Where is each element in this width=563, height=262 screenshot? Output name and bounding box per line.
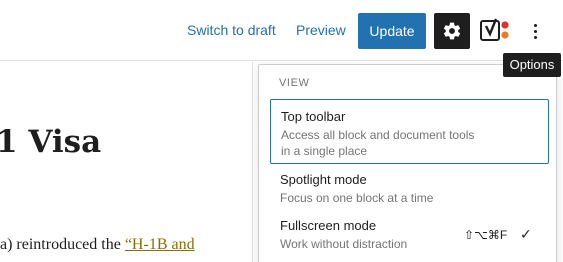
paragraph-text: a) reintroduced the	[0, 236, 125, 253]
menu-item-fullscreen-mode[interactable]: Fullscreen mode Work without distraction…	[270, 214, 549, 258]
menu-item-spotlight-mode[interactable]: Spotlight mode Focus on one block at a t…	[270, 167, 549, 211]
menu-item-title: Fullscreen mode	[280, 218, 377, 233]
menu-item-top-toolbar[interactable]: Top toolbar Access all block and documen…	[270, 99, 549, 164]
menu-item-description: Work without distraction	[280, 237, 408, 251]
ellipsis-dot	[534, 36, 537, 39]
yoast-seo-icon	[480, 18, 509, 41]
switch-to-draft-button[interactable]: Switch to draft	[187, 22, 276, 38]
post-title-fragment[interactable]: 1 Visa	[0, 124, 101, 160]
menu-item-description: Focus on one block at a time	[280, 191, 434, 205]
update-button[interactable]: Update	[358, 13, 426, 49]
menu-item-title: Spotlight mode	[280, 172, 367, 187]
gear-icon	[443, 22, 461, 40]
menu-item-description: Access all block and document tools	[281, 128, 475, 142]
menu-item-title: Top toolbar	[281, 109, 346, 124]
editor-header-toolbar: Switch to draft Preview Update	[0, 0, 563, 61]
options-menu-button[interactable]	[528, 21, 544, 43]
checkmark-icon: ✓	[520, 226, 532, 242]
options-dropdown-panel: VIEW Top toolbar Access all block and do…	[258, 64, 557, 262]
menu-item-description: in a single place	[281, 144, 368, 158]
settings-button[interactable]	[434, 13, 470, 49]
ellipsis-dot	[534, 30, 537, 33]
paragraph-link[interactable]: “H-1B and	[125, 236, 195, 253]
paragraph-block[interactable]: a) reintroduced the “H-1B and	[0, 236, 195, 254]
yoast-seo-button[interactable]	[478, 14, 514, 48]
view-section-label: VIEW	[279, 77, 310, 89]
keyboard-shortcut: ⇧⌥⌘F	[464, 228, 508, 242]
options-tooltip: Options	[503, 53, 561, 77]
sidebar-divider	[252, 62, 253, 262]
preview-button[interactable]: Preview	[296, 22, 346, 38]
vertical-ellipsis-icon	[534, 24, 537, 27]
